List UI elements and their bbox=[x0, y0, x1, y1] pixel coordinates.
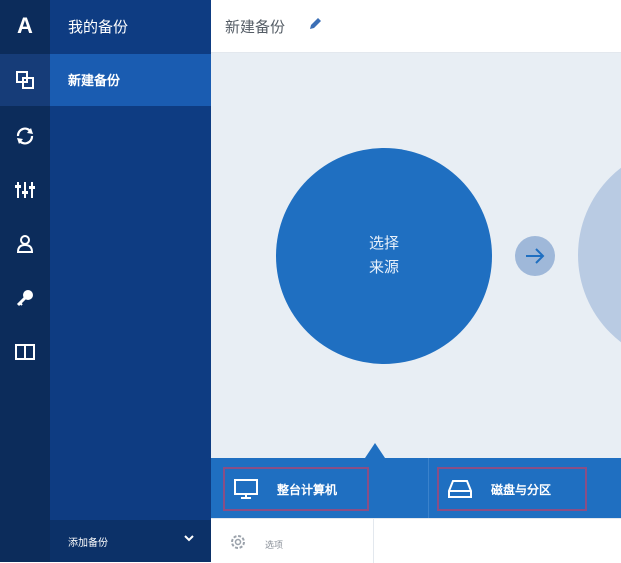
pencil-icon[interactable] bbox=[307, 16, 323, 32]
account-icon bbox=[16, 235, 34, 253]
entire-computer-option[interactable]: 整台计算机 bbox=[223, 467, 369, 511]
options-label[interactable]: 选项 bbox=[265, 538, 283, 551]
chevron-down-icon bbox=[184, 535, 194, 542]
select-source-circle[interactable]: 选择 来源 bbox=[276, 148, 492, 364]
tools-icon bbox=[15, 182, 35, 198]
backups-panel: 我的备份 新建备份 添加备份 bbox=[50, 0, 211, 562]
disk-icon bbox=[448, 480, 472, 498]
gear-icon[interactable] bbox=[229, 533, 247, 551]
icon-rail: A bbox=[0, 0, 50, 562]
backup-list-item-new[interactable]: 新建备份 bbox=[50, 54, 211, 106]
backup-canvas: 选择 来源 bbox=[211, 53, 621, 458]
sync-icon bbox=[16, 127, 34, 145]
rail-key-button[interactable] bbox=[0, 272, 50, 324]
rail-tools-button[interactable] bbox=[0, 164, 50, 216]
rail-backup-button[interactable] bbox=[0, 54, 50, 106]
key-icon bbox=[16, 290, 33, 307]
pointer-caret bbox=[365, 443, 385, 458]
add-backup-label: 添加备份 bbox=[68, 538, 108, 549]
disks-partitions-label: 磁盘与分区 bbox=[491, 482, 552, 497]
rail-sync-button[interactable] bbox=[0, 110, 50, 162]
bottom-divider bbox=[373, 519, 374, 563]
app-logo: A bbox=[17, 13, 33, 38]
arrow-right-icon bbox=[515, 236, 555, 276]
title-bar: 新建备份 bbox=[211, 0, 621, 53]
rail-account-button[interactable] bbox=[0, 218, 50, 270]
monitor-icon bbox=[234, 479, 258, 499]
rail-book-button[interactable] bbox=[0, 326, 50, 378]
select-source-line1: 选择 bbox=[368, 234, 399, 252]
option-divider bbox=[428, 458, 429, 518]
panel-title: 我的备份 bbox=[68, 18, 129, 36]
select-source-line2: 来源 bbox=[368, 258, 399, 276]
book-icon bbox=[15, 344, 35, 360]
backup-name[interactable]: 新建备份 bbox=[225, 16, 285, 37]
destination-circle[interactable] bbox=[578, 145, 621, 365]
source-type-bar: 整台计算机 磁盘与分区 bbox=[211, 458, 621, 518]
add-backup-button[interactable]: 添加备份 bbox=[50, 520, 211, 562]
bottom-bar: 选项 bbox=[211, 518, 621, 563]
backup-list-item-label: 新建备份 bbox=[68, 74, 121, 89]
backup-icon bbox=[16, 71, 34, 89]
disks-partitions-option[interactable]: 磁盘与分区 bbox=[437, 467, 587, 511]
entire-computer-label: 整台计算机 bbox=[277, 482, 338, 497]
